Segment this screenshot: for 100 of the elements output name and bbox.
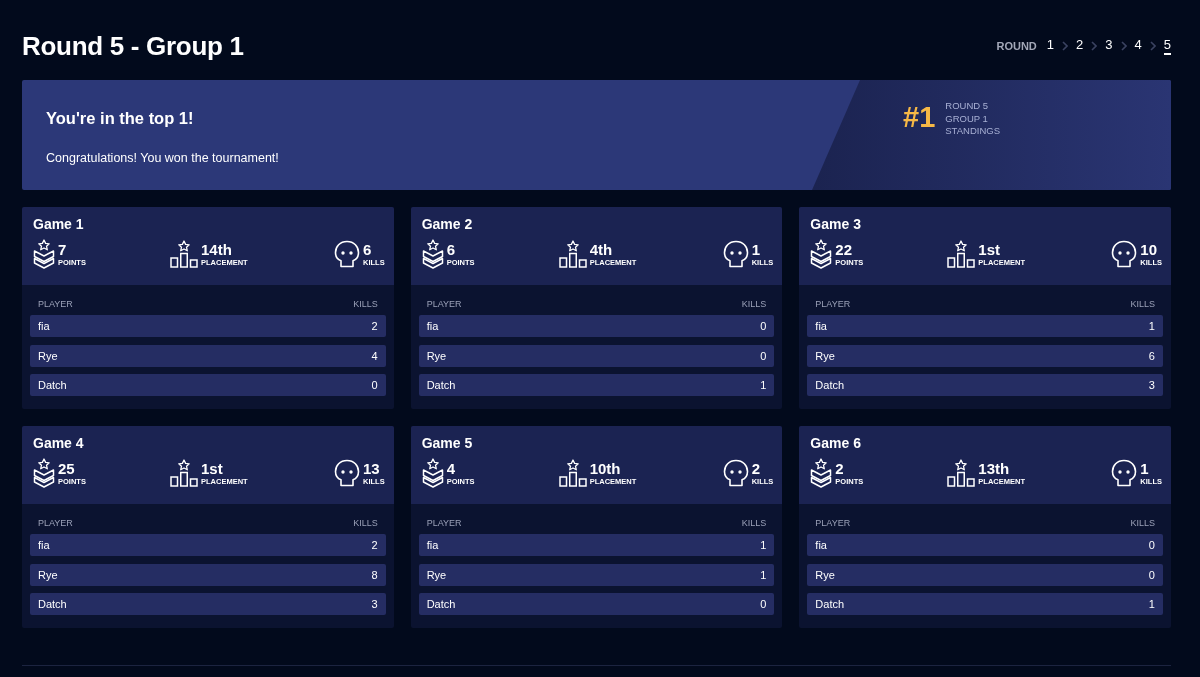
- kill-count: 0: [760, 349, 767, 362]
- stat-value: 10th: [589, 460, 622, 477]
- column-header: PLAYER: [815, 518, 851, 528]
- stat-value: 13th: [978, 460, 1011, 477]
- stat-value: 25: [58, 460, 76, 477]
- player-name: Rye: [815, 349, 835, 362]
- round-link[interactable]: 2: [1076, 37, 1084, 55]
- column-header: PLAYER: [38, 299, 73, 309]
- rank-detail: STANDINGS: [945, 125, 1000, 139]
- stat-value: 4th: [589, 241, 614, 258]
- stat-value: 14th: [201, 241, 233, 258]
- chevron-right-icon: [1062, 41, 1069, 51]
- skull-icon: [722, 459, 749, 487]
- game-title: Game 5: [421, 434, 474, 452]
- round-label: ROUND: [996, 40, 1037, 52]
- player-name: Datch: [38, 379, 67, 391]
- kill-count: 4: [371, 349, 378, 362]
- chevron-star-icon: [810, 458, 833, 488]
- stat-value: 6: [446, 241, 456, 258]
- chevron-right-icon: [1120, 41, 1127, 51]
- podium-star-icon: [947, 240, 976, 268]
- podium-star-icon: [947, 459, 976, 487]
- player-name: Datch: [38, 598, 67, 610]
- round-link[interactable]: 3: [1105, 37, 1113, 55]
- skull-icon: [334, 459, 360, 487]
- column-header: KILLS: [1130, 299, 1155, 309]
- skull-icon: [722, 240, 749, 268]
- player-name: Rye: [426, 568, 447, 581]
- column-header: PLAYER: [426, 518, 462, 528]
- podium-star-icon: [558, 459, 587, 487]
- stat-value: 2: [751, 460, 761, 477]
- player-name: Datch: [426, 379, 456, 391]
- stat-value: 1: [751, 241, 761, 258]
- player-name: fia: [426, 539, 439, 551]
- kill-count: 1: [760, 539, 767, 551]
- column-header: KILLS: [353, 518, 378, 528]
- stat-value: 10: [1140, 241, 1158, 258]
- game-title: Game 3: [810, 215, 862, 233]
- kill-count: 1: [1148, 598, 1155, 610]
- banner-message: Congratulations! You won the tournament!: [46, 151, 280, 165]
- player-name: Datch: [426, 598, 456, 610]
- player-name: fia: [815, 320, 827, 332]
- skull-icon: [1111, 459, 1138, 487]
- stat-value: 4: [446, 460, 456, 477]
- column-header: KILLS: [741, 299, 767, 309]
- player-name: fia: [38, 320, 50, 332]
- kill-count: 1: [760, 379, 767, 391]
- stat-value: 2: [835, 460, 845, 477]
- chevron-right-icon: [1091, 41, 1098, 51]
- player-name: Datch: [815, 379, 845, 391]
- page-title: Round 5 - Group 1: [22, 29, 244, 62]
- round-link[interactable]: 4: [1134, 37, 1142, 55]
- kill-count: 3: [1148, 379, 1155, 391]
- player-name: Datch: [815, 598, 845, 610]
- column-header: KILLS: [353, 299, 378, 309]
- rank-number: #1: [903, 100, 936, 134]
- stat-value: 13: [363, 460, 381, 477]
- column-header: KILLS: [741, 518, 767, 528]
- stat-value: 1st: [201, 460, 224, 477]
- rank-detail: GROUP 1: [945, 112, 989, 126]
- stat-value: 22: [835, 241, 853, 258]
- player-name: Rye: [38, 568, 58, 581]
- stat-value: 1st: [978, 241, 1001, 258]
- kill-count: 0: [1148, 568, 1155, 581]
- chevron-right-icon: [1149, 41, 1156, 51]
- stat-value: 1: [1140, 460, 1150, 477]
- player-name: Rye: [815, 568, 835, 581]
- kill-count: 1: [1148, 320, 1155, 332]
- chevron-star-icon: [810, 239, 833, 269]
- kill-count: 2: [371, 539, 378, 551]
- kill-count: 0: [760, 598, 767, 610]
- column-header: KILLS: [1130, 518, 1155, 528]
- kill-count: 3: [371, 598, 378, 610]
- game-title: Game 4: [33, 434, 85, 452]
- chevron-star-icon: [33, 239, 55, 269]
- rank-detail: ROUND 5: [945, 100, 990, 113]
- banner-heading: You're in the top 1!: [46, 109, 195, 128]
- podium-star-icon: [170, 459, 198, 487]
- chevron-star-icon: [33, 458, 55, 488]
- podium-star-icon: [170, 240, 198, 268]
- kill-count: 1: [760, 568, 767, 581]
- kill-count: 6: [1148, 349, 1155, 362]
- player-name: Rye: [38, 349, 58, 362]
- player-name: fia: [815, 539, 827, 551]
- kill-count: 0: [371, 379, 378, 391]
- column-header: PLAYER: [426, 299, 462, 309]
- chevron-star-icon: [421, 239, 444, 269]
- stat-value: 6: [363, 241, 373, 258]
- player-name: fia: [426, 320, 439, 332]
- round-link[interactable]: 1: [1046, 37, 1055, 55]
- round-link[interactable]: 5: [1163, 37, 1171, 55]
- player-name: fia: [38, 539, 50, 551]
- player-name: Rye: [426, 349, 447, 362]
- stat-value: 7: [58, 241, 68, 258]
- column-header: PLAYER: [815, 299, 851, 309]
- skull-icon: [1111, 240, 1138, 268]
- kill-count: 0: [760, 320, 767, 332]
- chevron-star-icon: [421, 458, 444, 488]
- column-header: PLAYER: [38, 518, 73, 528]
- game-title: Game 2: [421, 215, 474, 233]
